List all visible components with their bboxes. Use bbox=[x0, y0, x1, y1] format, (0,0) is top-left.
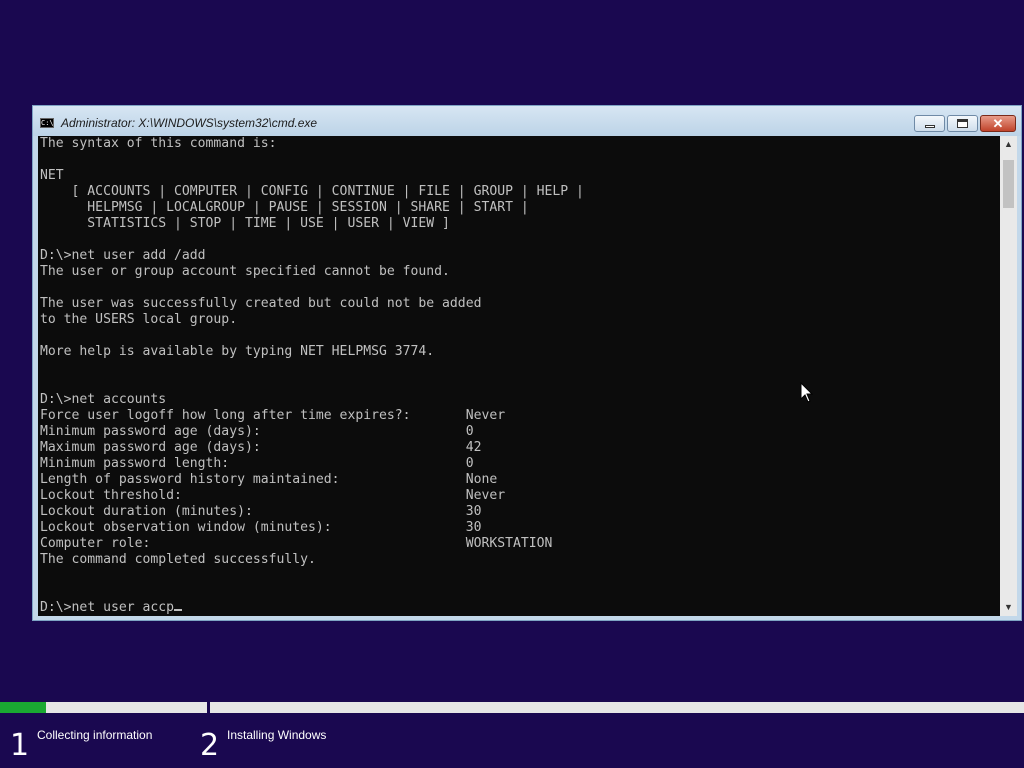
step-number: 2 bbox=[200, 728, 220, 763]
title-bar[interactable]: C:\ Administrator: X:\WINDOWS\system32\c… bbox=[33, 106, 1021, 136]
console-text: The syntax of this command is: NET [ ACC… bbox=[40, 136, 584, 615]
minimize-button[interactable] bbox=[914, 115, 945, 132]
progress-fill-collecting bbox=[0, 702, 46, 713]
scroll-down-icon[interactable]: ▼ bbox=[1000, 599, 1017, 616]
vertical-scrollbar[interactable]: ▲ ▼ bbox=[1000, 136, 1017, 616]
step-label: Collecting information bbox=[37, 728, 153, 742]
minimize-icon bbox=[924, 124, 935, 128]
setup-progress-bar bbox=[0, 702, 1024, 713]
window-title: Administrator: X:\WINDOWS\system32\cmd.e… bbox=[61, 116, 318, 130]
console-prompt: D:\> bbox=[40, 600, 72, 615]
scroll-thumb[interactable] bbox=[1003, 160, 1014, 208]
text-cursor bbox=[174, 609, 183, 611]
close-icon: ✕ bbox=[992, 116, 1004, 131]
maximize-icon bbox=[957, 119, 968, 128]
mouse-pointer-icon bbox=[800, 382, 814, 403]
close-button[interactable]: ✕ bbox=[980, 115, 1016, 132]
app-icon-label: C:\ bbox=[41, 119, 54, 127]
cmd-window[interactable]: C:\ Administrator: X:\WINDOWS\system32\c… bbox=[32, 105, 1022, 621]
maximize-button[interactable] bbox=[947, 115, 978, 132]
console-input[interactable]: net user accp bbox=[72, 600, 174, 615]
step-label: Installing Windows bbox=[227, 728, 327, 742]
progress-segment-collecting bbox=[0, 702, 207, 713]
progress-segment-installing bbox=[210, 702, 1024, 713]
step-number: 1 bbox=[10, 728, 30, 763]
console-output[interactable]: The syntax of this command is: NET [ ACC… bbox=[38, 136, 1000, 616]
cmd-app-icon[interactable]: C:\ bbox=[40, 118, 54, 128]
scroll-up-icon[interactable]: ▲ bbox=[1000, 136, 1017, 153]
